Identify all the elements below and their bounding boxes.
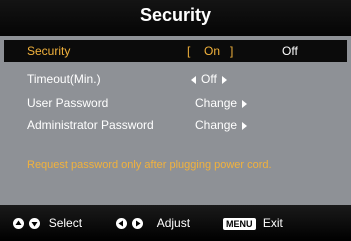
- select-hint: Select: [13, 216, 82, 230]
- timeout-value-control[interactable]: Off: [191, 72, 227, 86]
- admin-password-change-label: Change: [195, 118, 238, 132]
- select-hint-label: Select: [48, 216, 83, 230]
- menu-row-timeout-label[interactable]: Timeout(Min.): [27, 72, 101, 86]
- security-option-on[interactable]: On: [204, 44, 220, 58]
- arrow-left-icon[interactable]: [191, 75, 196, 84]
- menu-row-user-password-label[interactable]: User Password: [27, 96, 108, 110]
- password-note: Request password only after plugging pow…: [27, 159, 272, 171]
- left-arrow-icon: [116, 218, 127, 230]
- down-arrow-icon: [29, 218, 41, 230]
- security-option-off[interactable]: Off: [282, 44, 298, 58]
- exit-hint: MENU Exit: [223, 216, 283, 230]
- adjust-hint: Adjust: [116, 216, 190, 230]
- right-arrow-icon: [132, 218, 144, 230]
- menu-key-icon: MENU: [223, 217, 256, 230]
- page-title: Security: [139, 5, 212, 25]
- security-bracket-right: ]: [230, 44, 234, 58]
- menu-row-security-label: Security: [27, 44, 71, 58]
- user-password-change[interactable]: Change: [195, 96, 248, 110]
- arrow-right-icon[interactable]: [221, 75, 227, 84]
- up-arrow-icon: [13, 218, 24, 230]
- admin-password-change[interactable]: Change: [195, 118, 248, 132]
- security-menu: Security [ On ] Off Timeout(Min.) Off Us…: [0, 36, 351, 205]
- footer-hint-bar: Select Adjust MENU Exit: [0, 205, 351, 241]
- arrow-right-icon: [242, 121, 248, 130]
- security-bracket-left: [: [187, 44, 191, 58]
- timeout-value: Off: [201, 72, 217, 86]
- security-osd-screen: Security Security [ On ] Off Timeout(Min…: [0, 0, 351, 241]
- title-bar: Security: [0, 0, 351, 36]
- exit-hint-label: Exit: [262, 216, 283, 230]
- menu-row-admin-password-label[interactable]: Administrator Password: [27, 118, 154, 132]
- adjust-hint-label: Adjust: [156, 216, 191, 230]
- user-password-change-label: Change: [195, 96, 238, 110]
- arrow-right-icon: [242, 99, 248, 108]
